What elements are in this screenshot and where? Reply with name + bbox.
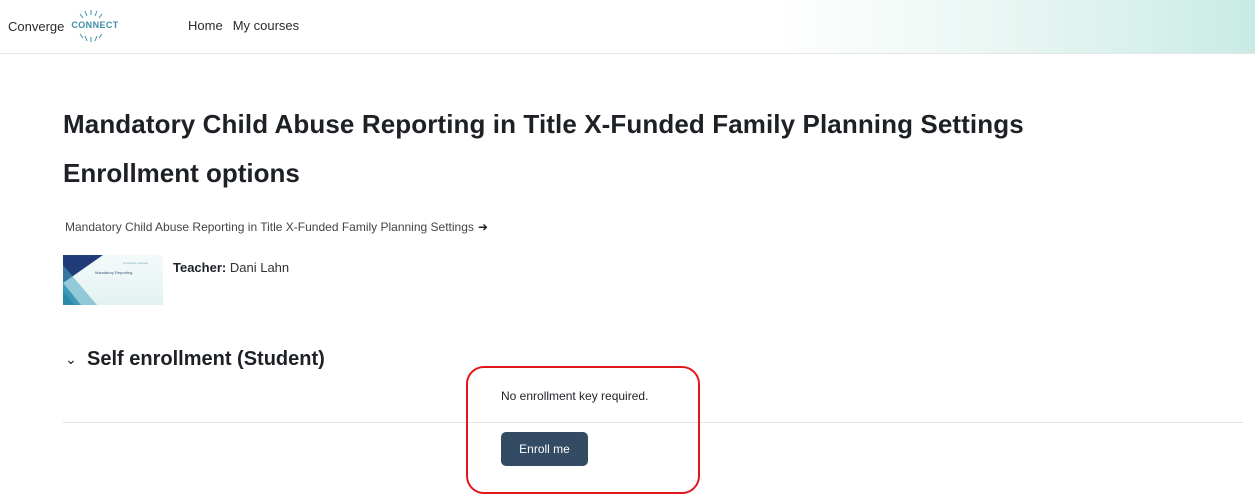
course-name-link[interactable]: Mandatory Child Abuse Reporting in Title… bbox=[65, 220, 474, 234]
logo-text: Converge bbox=[8, 18, 65, 34]
section-divider bbox=[63, 422, 1243, 423]
enrollment-key-message: No enrollment key required. bbox=[501, 389, 649, 403]
nav-my-courses-link[interactable]: My courses bbox=[233, 18, 299, 33]
course-image-logo: Converge Connect bbox=[123, 261, 149, 265]
top-navbar: Converge CONNECT Home My courses bbox=[0, 0, 1255, 54]
course-link-row: Mandatory Child Abuse Reporting in Title… bbox=[65, 220, 488, 234]
course-image-caption: Mandatory Reporting bbox=[95, 270, 133, 275]
logo-mark-icon: CONNECT bbox=[65, 8, 119, 44]
enroll-me-button[interactable]: Enroll me bbox=[501, 432, 588, 466]
site-logo[interactable]: Converge CONNECT bbox=[8, 8, 119, 44]
primary-nav: Home My courses bbox=[188, 18, 299, 33]
section-title: Self enrollment (Student) bbox=[87, 348, 325, 370]
self-enrollment-toggle[interactable]: ⌄ Self enrollment (Student) bbox=[63, 348, 325, 371]
course-image: Converge Connect Mandatory Reporting bbox=[63, 255, 163, 305]
teacher-name[interactable]: Dani Lahn bbox=[230, 260, 289, 275]
nav-home-link[interactable]: Home bbox=[188, 18, 223, 33]
enter-course-icon[interactable]: ➜ bbox=[478, 220, 488, 234]
page-title: Mandatory Child Abuse Reporting in Title… bbox=[63, 109, 1024, 139]
chevron-down-icon[interactable]: ⌄ bbox=[63, 351, 79, 368]
teacher-label: Teacher: bbox=[173, 260, 227, 275]
logo-connect-text: CONNECT bbox=[71, 20, 119, 30]
page-subtitle: Enrollment options bbox=[63, 158, 300, 188]
course-teacher: Teacher: Dani Lahn bbox=[173, 260, 289, 275]
highlight-annotation bbox=[466, 366, 700, 494]
